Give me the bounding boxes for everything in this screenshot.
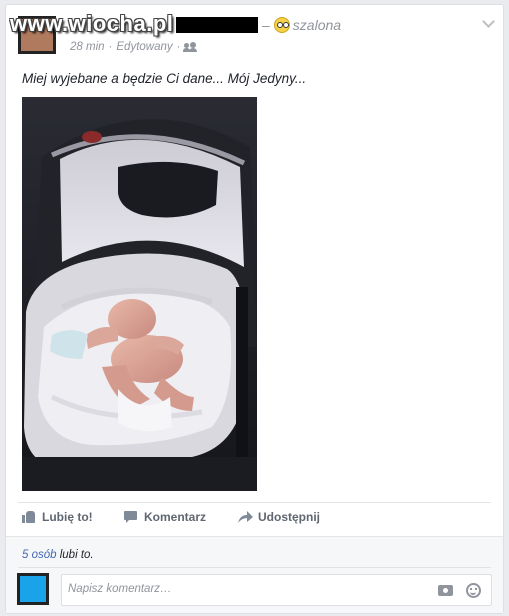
post-footer: 5 osób lubi to. bbox=[6, 536, 503, 613]
post-meta: 28 min · Edytowany · bbox=[70, 41, 198, 53]
post-timestamp[interactable]: 28 min bbox=[70, 41, 105, 53]
emoji-icon[interactable] bbox=[466, 583, 481, 598]
post-photo[interactable] bbox=[22, 97, 257, 491]
post-options-chevron-icon[interactable] bbox=[482, 15, 495, 28]
comment-input[interactable] bbox=[68, 583, 418, 595]
meta-separator-2: · bbox=[176, 41, 181, 53]
actions-divider bbox=[18, 502, 491, 503]
comment-button[interactable]: Komentarz bbox=[124, 510, 238, 524]
camera-icon[interactable] bbox=[438, 585, 453, 596]
feeling-separator: – bbox=[262, 17, 270, 33]
author-name-redacted[interactable] bbox=[176, 17, 258, 33]
likes-count-link[interactable]: 5 osób bbox=[22, 549, 57, 561]
post-card: www.wiocha.pl – szalona 28 min · Edytowa… bbox=[5, 4, 504, 614]
feeling-label[interactable]: szalona bbox=[293, 17, 341, 33]
post-actions: Lubię to! Komentarz Udostępnij bbox=[22, 510, 320, 524]
comment-icon bbox=[124, 511, 138, 523]
like-label: Lubię to! bbox=[42, 510, 93, 524]
like-button[interactable]: Lubię to! bbox=[22, 510, 122, 524]
commenter-avatar[interactable] bbox=[17, 573, 49, 605]
share-arrow-icon bbox=[238, 511, 253, 523]
thumbs-up-icon bbox=[22, 511, 36, 523]
baby-in-pram-photo bbox=[22, 97, 257, 491]
comment-label: Komentarz bbox=[144, 510, 207, 524]
meta-separator: · bbox=[108, 41, 113, 53]
likes-suffix: lubi to. bbox=[56, 549, 94, 561]
share-label: Udostępnij bbox=[258, 510, 320, 524]
watermark: www.wiocha.pl bbox=[10, 11, 174, 36]
feeling-emoji-icon bbox=[273, 17, 290, 33]
share-button[interactable]: Udostępnij bbox=[238, 510, 320, 524]
likes-divider bbox=[18, 567, 491, 568]
edited-label[interactable]: Edytowany bbox=[116, 41, 172, 53]
likes-summary: 5 osób lubi to. bbox=[22, 549, 94, 561]
post-text: Miej wyjebane a będzie Ci dane... Mój Je… bbox=[22, 71, 307, 86]
feeling-line: – szalona bbox=[262, 17, 341, 33]
friends-icon[interactable] bbox=[183, 42, 198, 52]
comment-box[interactable] bbox=[61, 574, 492, 606]
